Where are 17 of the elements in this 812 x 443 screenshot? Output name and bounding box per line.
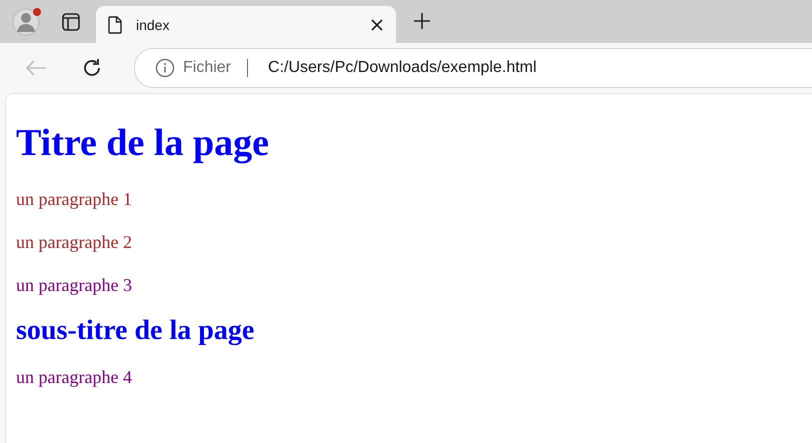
browser-tab[interactable]: index	[96, 6, 396, 43]
plus-icon[interactable]	[412, 11, 432, 31]
scheme-label: Fichier	[183, 59, 232, 77]
profile-avatar[interactable]	[12, 8, 40, 36]
address-bar[interactable]: Fichier C:/Users/Pc/Downloads/exemple.html	[134, 48, 812, 88]
url-text: C:/Users/Pc/Downloads/exemple.html	[268, 59, 537, 77]
close-icon[interactable]	[370, 18, 384, 32]
tab-panel-icon[interactable]	[62, 12, 80, 30]
paragraph: un paragraphe 4	[16, 366, 132, 389]
tab-title: index	[136, 16, 170, 32]
info-icon[interactable]	[155, 58, 175, 78]
page-subtitle: sous-titre de la page	[16, 316, 254, 347]
document-icon	[108, 16, 122, 34]
paragraph: un paragraphe 1	[16, 188, 132, 211]
paragraph: un paragraphe 2	[16, 230, 132, 254]
page-title: Titre de la page	[16, 123, 269, 165]
paragraph: un paragraphe 3	[16, 274, 132, 297]
